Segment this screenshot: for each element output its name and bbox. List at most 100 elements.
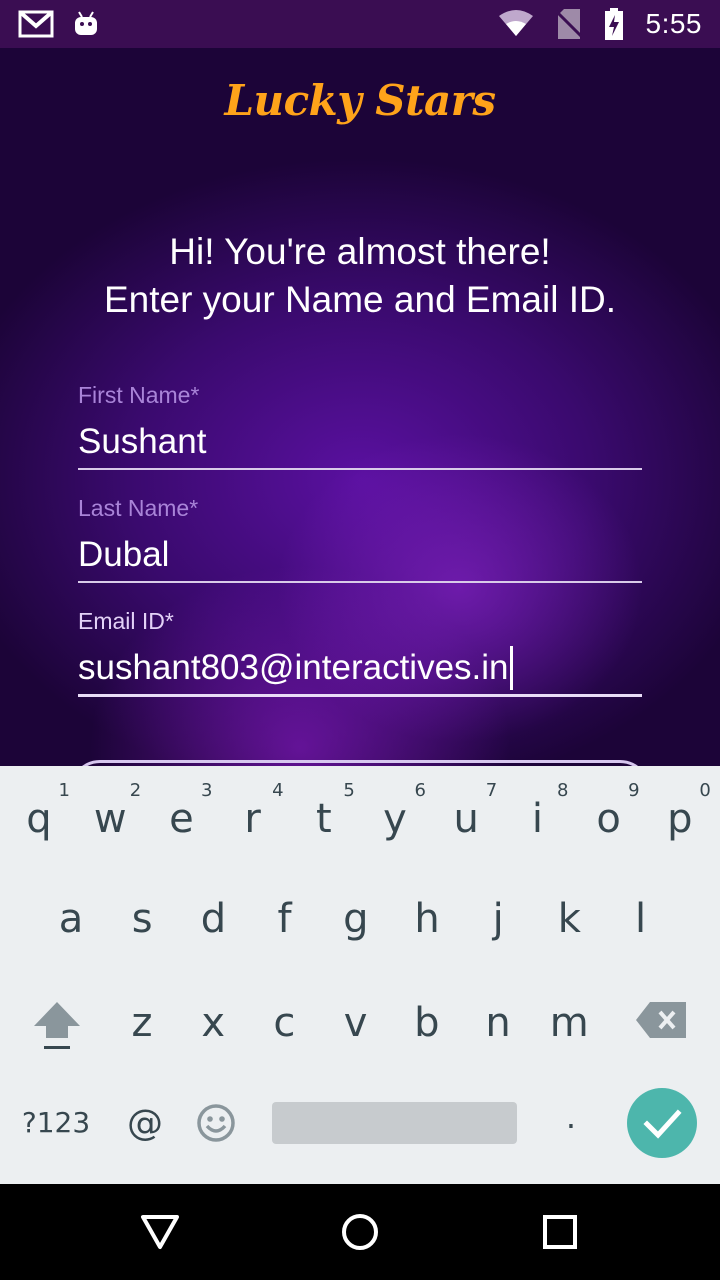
key-v[interactable]: v xyxy=(323,1000,389,1046)
key-hint: 8 xyxy=(556,780,569,801)
key-label: g xyxy=(343,896,369,942)
navigation-bar xyxy=(0,1184,720,1280)
done-button[interactable] xyxy=(627,1088,697,1158)
key-hint: 4 xyxy=(272,780,284,801)
last-name-underline xyxy=(78,581,642,583)
first-name-label: First Name* xyxy=(78,382,200,408)
email-input-wrap[interactable]: sushant803@interactives.in xyxy=(78,646,642,690)
intro-line-1: Hi! You're almost there! xyxy=(169,231,551,272)
space-key[interactable] xyxy=(272,1102,517,1144)
key-label: j xyxy=(492,896,504,942)
key-u[interactable]: u7 xyxy=(433,780,499,842)
key-z[interactable]: z xyxy=(109,1000,175,1046)
key-hint: 5 xyxy=(343,780,355,801)
key-hint: 1 xyxy=(58,780,70,801)
key-hint: 0 xyxy=(699,780,711,801)
last-name-input[interactable]: Dubal xyxy=(78,533,642,577)
android-icon xyxy=(75,11,97,35)
shift-icon[interactable] xyxy=(32,1000,82,1052)
key-hint: 7 xyxy=(485,780,498,801)
key-i[interactable]: i8 xyxy=(504,780,570,842)
key-x[interactable]: x xyxy=(180,1000,246,1046)
app-title: Lucky Stars xyxy=(224,76,497,125)
key-s[interactable]: s xyxy=(109,896,175,942)
key-d[interactable]: d xyxy=(180,896,246,942)
first-name-field[interactable]: First Name* Sushant xyxy=(78,382,642,470)
key-label: s xyxy=(131,896,153,942)
key-label: z xyxy=(131,1000,153,1046)
home-icon[interactable] xyxy=(340,1212,380,1252)
key-label: i xyxy=(531,796,543,842)
key-a[interactable]: a xyxy=(38,896,104,942)
recents-icon[interactable] xyxy=(543,1215,577,1249)
no-sim-icon xyxy=(555,9,582,39)
key-l[interactable]: l xyxy=(608,896,674,942)
gmail-icon xyxy=(18,10,54,38)
key-hint: 3 xyxy=(200,780,213,801)
period-key[interactable]: . xyxy=(556,1098,586,1136)
battery-charging-icon xyxy=(604,8,623,40)
text-cursor xyxy=(509,646,513,690)
key-b[interactable]: b xyxy=(394,1000,460,1046)
key-h[interactable]: h xyxy=(394,896,460,942)
key-j[interactable]: j xyxy=(465,896,531,942)
key-label: q xyxy=(26,796,52,842)
key-label: d xyxy=(200,896,227,942)
symbols-key[interactable]: ?123 xyxy=(18,1106,94,1139)
email-field[interactable]: Email ID* sushant803@interactives.in xyxy=(78,608,642,697)
email-underline xyxy=(78,694,642,697)
intro-line-2: Enter your Name and Email ID. xyxy=(103,279,617,320)
key-o[interactable]: o9 xyxy=(576,780,642,842)
key-q[interactable]: q1 xyxy=(6,780,72,842)
emoji-icon[interactable] xyxy=(196,1103,236,1143)
key-label: t xyxy=(315,796,332,842)
signup-screen: Lucky Stars Hi! You're almost there! Ent… xyxy=(0,48,720,766)
key-c[interactable]: c xyxy=(251,1000,317,1046)
key-hint: 6 xyxy=(414,780,426,801)
key-k[interactable]: k xyxy=(536,896,602,942)
key-label: c xyxy=(273,1000,296,1046)
key-m[interactable]: m xyxy=(536,1000,602,1046)
key-label: a xyxy=(58,896,84,942)
key-label: e xyxy=(169,796,194,842)
at-key[interactable]: @ xyxy=(120,1103,170,1144)
key-g[interactable]: g xyxy=(323,896,389,942)
key-e[interactable]: e3 xyxy=(148,780,214,842)
last-name-label: Last Name* xyxy=(78,495,199,521)
key-label: p xyxy=(667,796,693,842)
key-label: b xyxy=(414,1000,440,1046)
soft-keyboard: q1w2e3r4t5y6u7i8o9p0 asdfghjkl zxcvbnm ?… xyxy=(0,766,720,1184)
key-label: f xyxy=(277,896,292,942)
email-label: Email ID* xyxy=(78,608,174,634)
key-label: x xyxy=(201,1000,226,1046)
checkmark-icon xyxy=(643,1109,682,1139)
key-r[interactable]: r4 xyxy=(220,780,286,842)
key-y[interactable]: y6 xyxy=(362,780,428,842)
key-label: v xyxy=(343,1000,368,1046)
key-label: l xyxy=(635,896,647,942)
first-name-input[interactable]: Sushant xyxy=(78,420,642,464)
key-hint: 9 xyxy=(628,780,640,801)
key-label: w xyxy=(93,796,127,842)
backspace-icon[interactable] xyxy=(636,1000,688,1040)
back-icon[interactable] xyxy=(140,1214,180,1250)
key-w[interactable]: w2 xyxy=(77,780,143,842)
status-time: 5:55 xyxy=(645,8,702,39)
key-f[interactable]: f xyxy=(252,896,318,942)
key-label: o xyxy=(596,796,621,842)
key-label: n xyxy=(485,1000,511,1046)
key-label: r xyxy=(244,796,261,842)
first-name-underline xyxy=(78,468,642,470)
key-hint: 2 xyxy=(129,780,142,801)
last-name-field[interactable]: Last Name* Dubal xyxy=(78,495,642,583)
key-label: k xyxy=(557,896,581,942)
intro-text: Hi! You're almost there! Enter your Name… xyxy=(0,228,720,324)
email-input[interactable]: sushant803@interactives.in xyxy=(78,648,509,687)
key-label: h xyxy=(414,896,440,942)
wifi-icon xyxy=(498,10,533,36)
key-p[interactable]: p0 xyxy=(647,780,713,842)
key-label: u xyxy=(453,796,479,842)
status-bar: 5:55 xyxy=(0,0,720,48)
key-n[interactable]: n xyxy=(465,1000,531,1046)
key-t[interactable]: t5 xyxy=(291,780,357,842)
